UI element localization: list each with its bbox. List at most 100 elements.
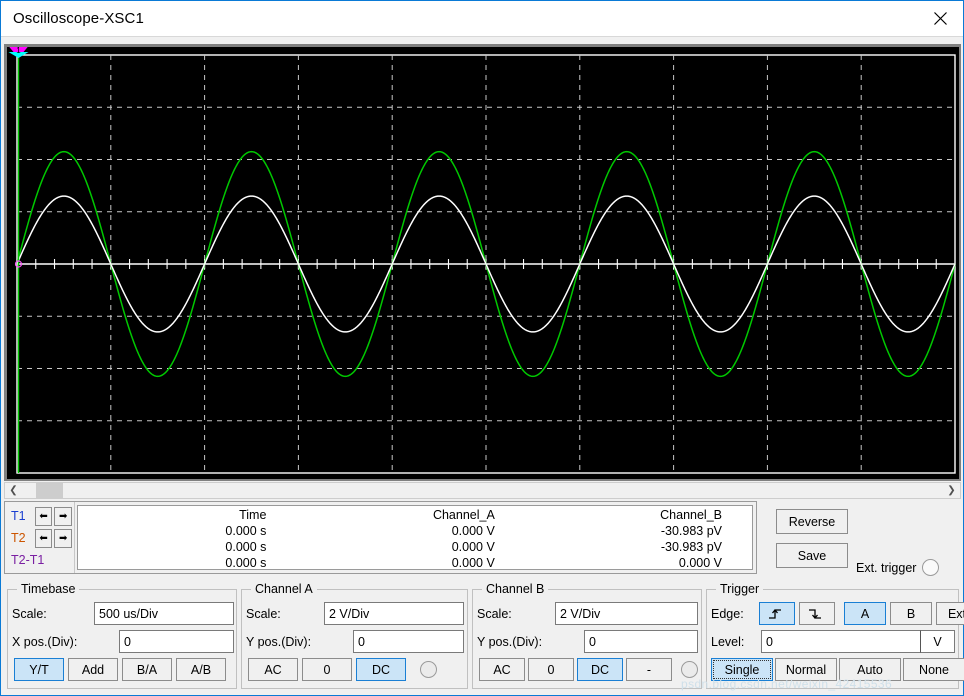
- scroll-right-button[interactable]: ❯: [943, 483, 960, 498]
- channel-b-coupling-dc[interactable]: DC: [577, 658, 623, 681]
- screen-scrollbar[interactable]: ❮ ❯: [4, 482, 961, 499]
- table-header-row: Time Channel_A Channel_B: [78, 507, 752, 523]
- reverse-button[interactable]: Reverse: [776, 509, 848, 534]
- cursor-t1-right-button[interactable]: ➡: [54, 506, 72, 526]
- channel-b-coupling-gnd[interactable]: 0: [528, 658, 574, 681]
- timebase-mode-yt[interactable]: Y/T: [14, 658, 64, 681]
- timebase-scale-label: Scale:: [12, 606, 47, 621]
- channel-a-scale-label: Scale:: [246, 606, 281, 621]
- cursor-t1-left-button[interactable]: ⬅: [34, 506, 53, 526]
- trigger-group: Trigger Edge: A B Ex Level: 0 V Single N…: [706, 582, 964, 689]
- close-icon: [933, 12, 947, 25]
- falling-edge-icon: [808, 607, 826, 621]
- scrollbar-thumb[interactable]: [36, 483, 63, 498]
- timebase-mode-ba[interactable]: B/A: [122, 658, 172, 681]
- channel-a-color-indicator[interactable]: [420, 661, 437, 678]
- channel-b-legend: Channel B: [482, 582, 549, 596]
- cursor-controls: T1 ⬅ ➡ T2 ⬅ ➡ T2-T1: [5, 502, 75, 573]
- channel-a-scale-input[interactable]: 2 V/Div: [324, 602, 464, 625]
- cursor-t1-handle[interactable]: 1: [8, 47, 29, 58]
- table-row: 0.000 s 0.000 V 0.000 V: [78, 555, 752, 571]
- trigger-falling-edge-button[interactable]: [799, 602, 835, 625]
- trigger-level-input[interactable]: 0: [761, 630, 920, 653]
- trigger-edge-label: Edge:: [711, 606, 744, 621]
- cursor-t2-right-button[interactable]: ➡: [54, 528, 72, 548]
- timebase-scale-row: Scale: 500 us/Div: [12, 602, 234, 625]
- channel-b-ypos-input[interactable]: 0: [584, 630, 698, 653]
- cell-t1-time: 0.000 s: [225, 524, 267, 538]
- timebase-legend: Timebase: [17, 582, 80, 596]
- cursor-t1-handle-label: 1: [16, 47, 21, 55]
- channel-b-coupling-ac[interactable]: AC: [479, 658, 525, 681]
- ext-trigger-terminal[interactable]: [922, 559, 940, 576]
- trigger-level-unit[interactable]: V: [920, 630, 955, 653]
- oscilloscope-window: Oscilloscope-XSC1 1 ❮ ❯ T1 ⬅ ➡ T2 ⬅ ➡ T2…: [0, 0, 964, 696]
- timebase-group: Timebase Scale: 500 us/Div X pos.(Div): …: [7, 582, 237, 689]
- table-row: 0.000 s 0.000 V -30.983 pV: [78, 523, 752, 539]
- cursor-row-t1: T1 ⬅ ➡: [11, 506, 74, 526]
- scrollbar-track[interactable]: [22, 483, 943, 498]
- channel-a-ypos-row: Y pos.(Div): 0: [246, 630, 464, 653]
- screen-bezel: 1: [4, 44, 961, 481]
- cursor-t2-label: T2: [11, 531, 26, 545]
- watermark-text: psdn.blog.csdn.net/weixin_42415536: [681, 677, 893, 691]
- title-bar: Oscilloscope-XSC1: [1, 1, 963, 37]
- trigger-source-ext[interactable]: Ext: [936, 602, 964, 625]
- column-header-channel-b: Channel_B: [660, 507, 722, 522]
- channel-a-group: Channel A Scale: 2 V/Div Y pos.(Div): 0 …: [241, 582, 468, 689]
- channel-b-color-indicator[interactable]: [681, 661, 698, 678]
- waveform-canvas: 1: [8, 47, 956, 474]
- channel-a-coupling-dc[interactable]: DC: [356, 658, 406, 681]
- timebase-xpos-row: X pos.(Div): 0: [12, 630, 234, 653]
- trigger-edge-row: Edge: A B Ext: [711, 602, 964, 625]
- window-title: Oscilloscope-XSC1: [13, 10, 144, 27]
- ext-trigger-label: Ext. trigger: [856, 560, 917, 575]
- trigger-source-b[interactable]: B: [890, 602, 932, 625]
- cursor-t2-left-button[interactable]: ⬅: [34, 528, 53, 548]
- timebase-scale-input[interactable]: 500 us/Div: [94, 602, 234, 625]
- close-button[interactable]: [917, 1, 963, 36]
- cell-delta-channel-a: 0.000 V: [451, 556, 495, 570]
- measurement-table-container: Time Channel_A Channel_B 0.000 s 0.000 V…: [77, 505, 753, 570]
- channel-b-ypos-label: Y pos.(Div):: [477, 634, 543, 649]
- cell-t2-channel-a: 0.000 V: [451, 540, 495, 554]
- trigger-legend: Trigger: [716, 582, 764, 596]
- column-header-time: Time: [239, 507, 267, 522]
- display-action-buttons: Reverse Save: [776, 509, 848, 568]
- trigger-level-label: Level:: [711, 634, 745, 649]
- trigger-rising-edge-button[interactable]: [759, 602, 795, 625]
- timebase-mode-add[interactable]: Add: [68, 658, 118, 681]
- timebase-mode-buttons: Y/T Add B/A A/B: [14, 658, 226, 681]
- cursor-delta-label: T2-T1: [11, 553, 45, 567]
- channel-a-scale-row: Scale: 2 V/Div: [246, 602, 464, 625]
- save-button[interactable]: Save: [776, 543, 848, 568]
- trigger-level-row: Level: 0 V: [711, 630, 955, 653]
- channel-b-coupling-buttons: AC 0 DC -: [479, 658, 698, 681]
- timebase-xpos-label: X pos.(Div):: [12, 634, 78, 649]
- waveform-display[interactable]: 1: [7, 47, 959, 479]
- channel-a-coupling-ac[interactable]: AC: [248, 658, 298, 681]
- channel-b-scale-input[interactable]: 2 V/Div: [555, 602, 698, 625]
- channel-b-scale-row: Scale: 2 V/Div: [477, 602, 698, 625]
- timebase-mode-ab[interactable]: A/B: [176, 658, 226, 681]
- channel-a-coupling-gnd[interactable]: 0: [302, 658, 352, 681]
- timebase-xpos-input[interactable]: 0: [119, 630, 234, 653]
- channel-b-scale-label: Scale:: [477, 606, 512, 621]
- cell-t1-channel-a: 0.000 V: [451, 524, 495, 538]
- cell-delta-channel-b: 0.000 V: [678, 556, 722, 570]
- cursor-t1-label: T1: [11, 509, 26, 523]
- cursor-row-t2: T2 ⬅ ➡: [11, 528, 74, 548]
- channel-b-invert[interactable]: -: [626, 658, 672, 681]
- trigger-source-a[interactable]: A: [844, 602, 886, 625]
- scroll-left-button[interactable]: ❮: [5, 483, 22, 498]
- ext-trigger-indicator-group: Ext. trigger: [856, 559, 940, 576]
- trigger-mode-none[interactable]: None: [903, 658, 964, 681]
- table-row: 0.000 s 0.000 V -30.983 pV: [78, 539, 752, 555]
- channel-a-ypos-label: Y pos.(Div):: [246, 634, 312, 649]
- cell-delta-time: 0.000 s: [225, 556, 267, 570]
- channel-b-group: Channel B Scale: 2 V/Div Y pos.(Div): 0 …: [472, 582, 702, 689]
- channel-a-ypos-input[interactable]: 0: [353, 630, 464, 653]
- column-header-channel-a: Channel_A: [432, 507, 495, 522]
- measurement-panel: T1 ⬅ ➡ T2 ⬅ ➡ T2-T1 Time Channel_A Chann…: [4, 501, 757, 574]
- measurement-table: Time Channel_A Channel_B 0.000 s 0.000 V…: [78, 507, 752, 571]
